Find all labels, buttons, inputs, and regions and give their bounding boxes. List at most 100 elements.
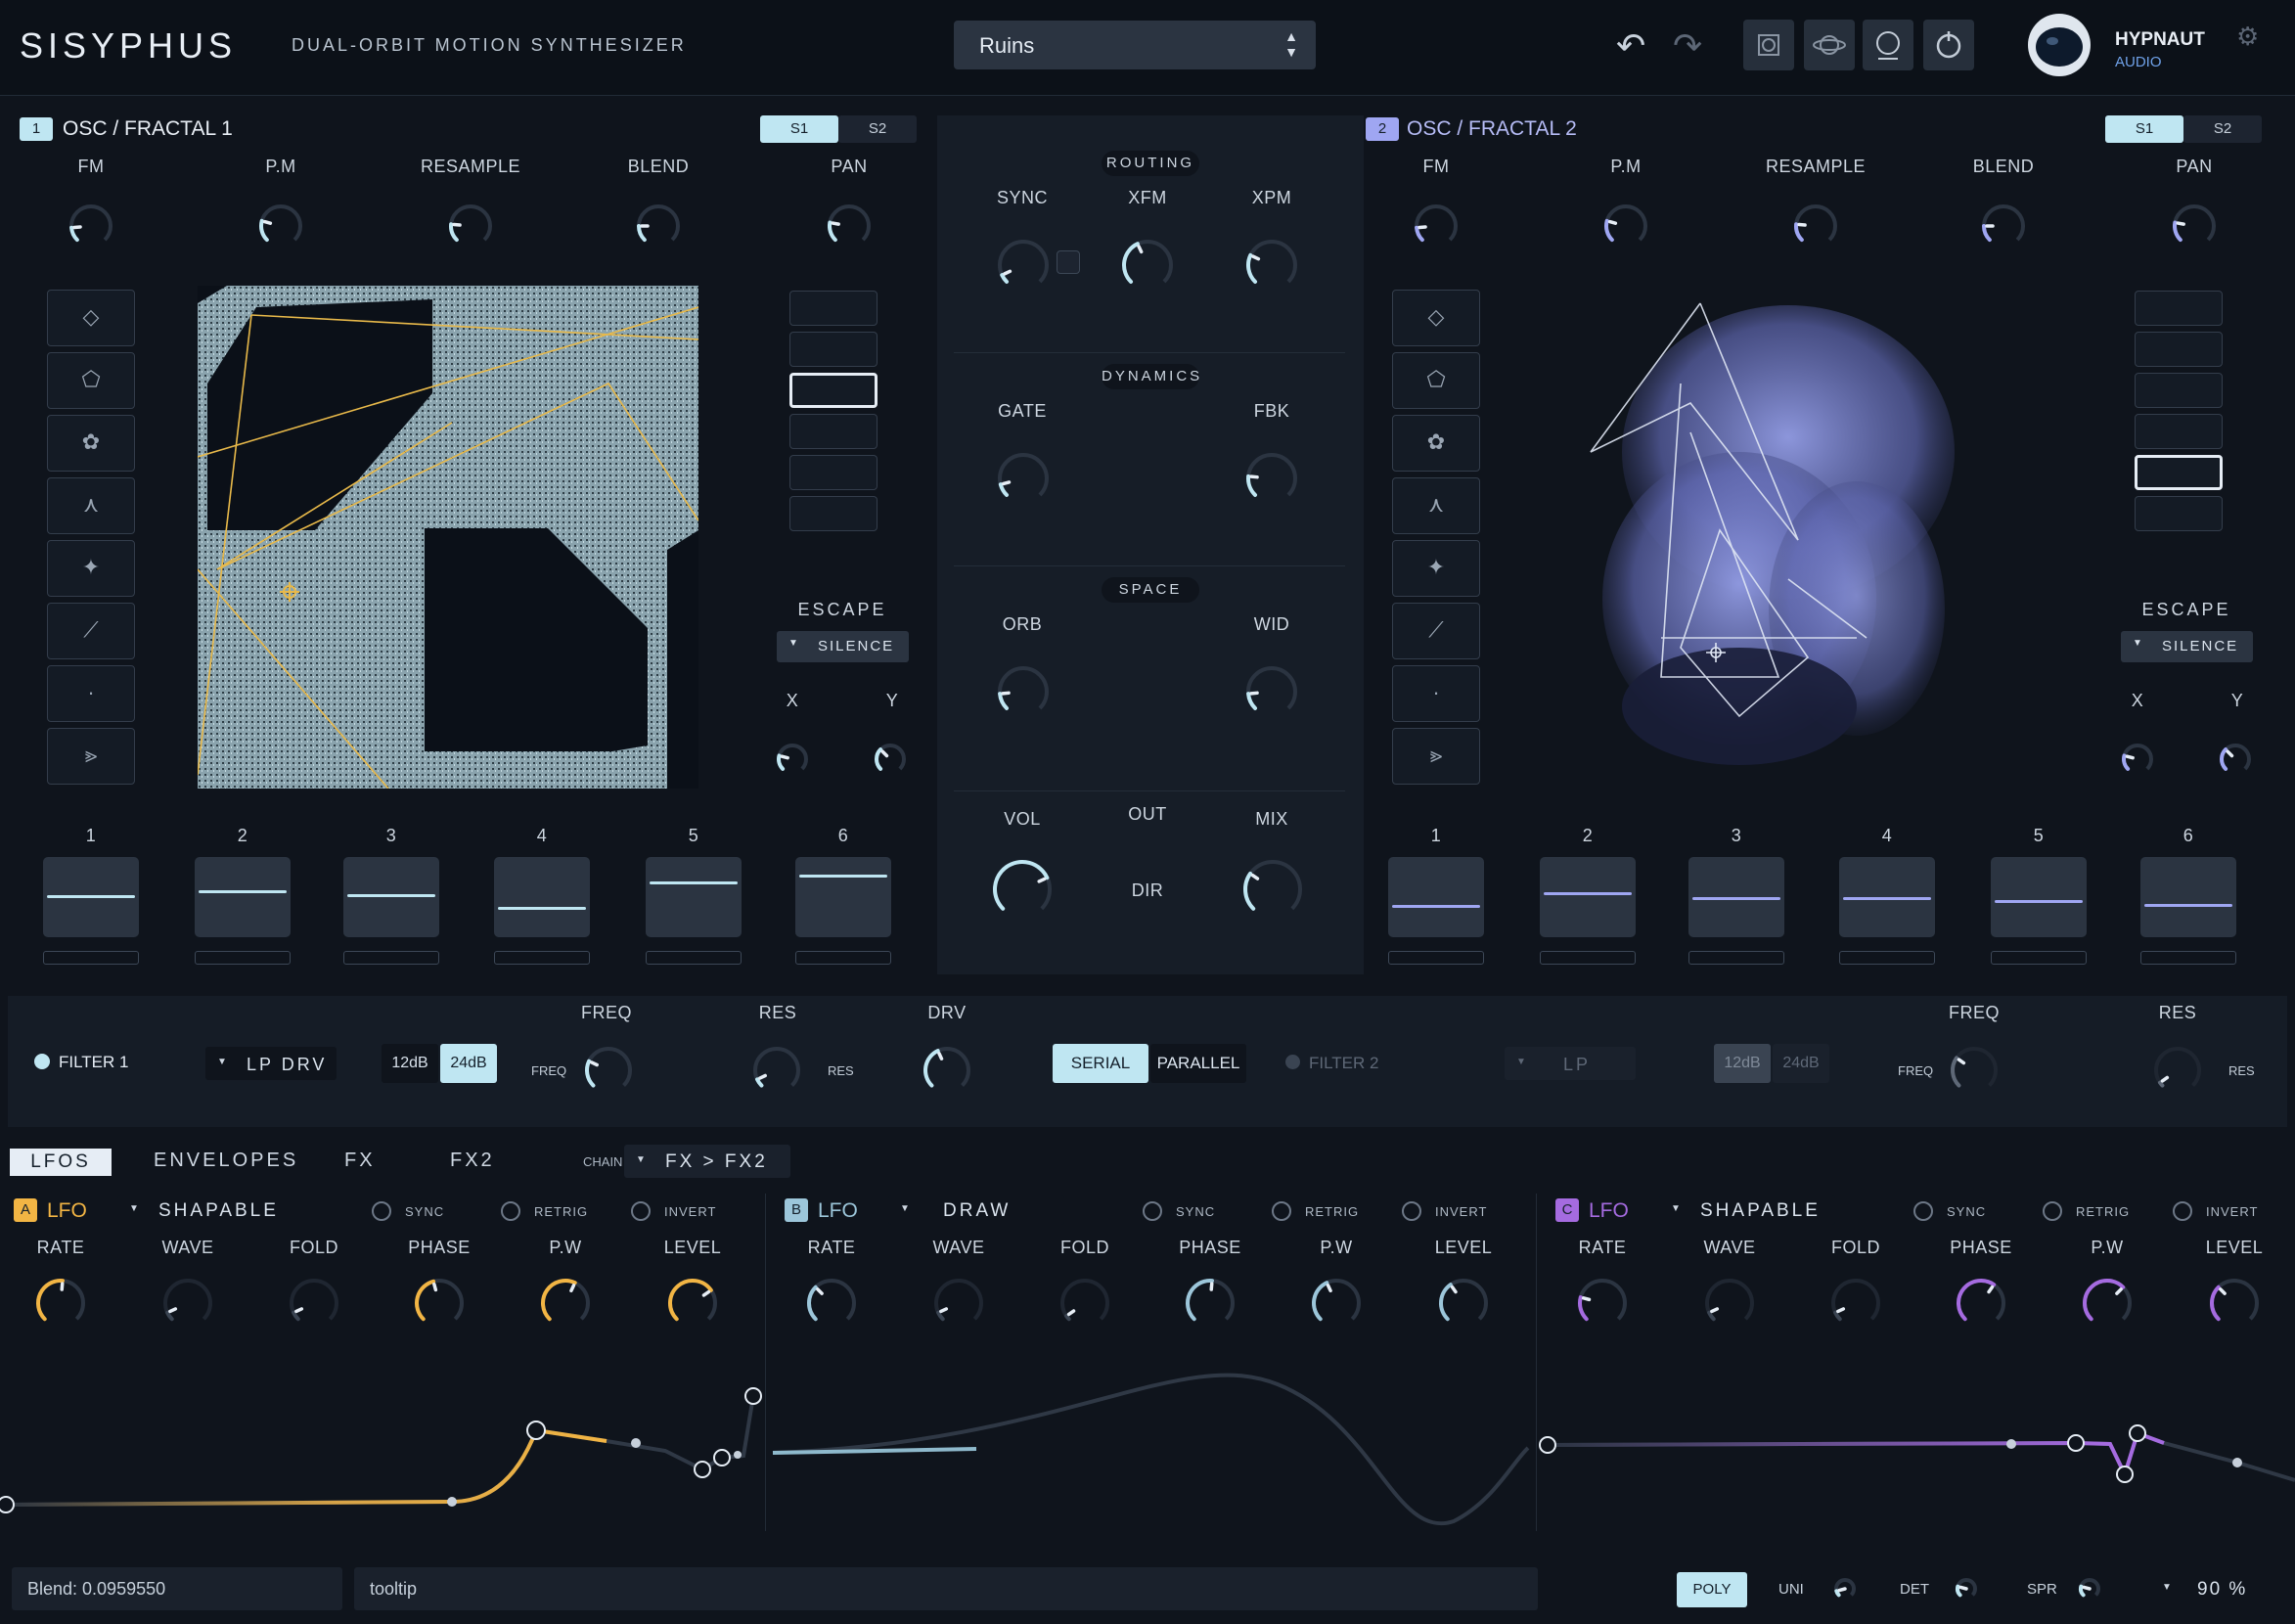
- gear-icon[interactable]: ⚙: [2236, 22, 2259, 52]
- osc2-s1-button[interactable]: S1: [2105, 115, 2183, 143]
- osc1-shape-button-4[interactable]: ⋏: [47, 477, 135, 534]
- osc1-slot-foot-4[interactable]: [494, 951, 590, 965]
- planet-icon[interactable]: [1804, 20, 1855, 70]
- osc2-mini-preset-3[interactable]: [2135, 373, 2223, 408]
- osc1-slot-foot-2[interactable]: [195, 951, 291, 965]
- osc1-x-knob[interactable]: [776, 743, 809, 776]
- osc2-shape-button-6[interactable]: ⟋: [1392, 603, 1480, 659]
- osc1-shape-button-3[interactable]: ✿: [47, 415, 135, 472]
- mix-knob[interactable]: [1242, 859, 1303, 920]
- lfo-c-phase-knob[interactable]: [1956, 1278, 2006, 1329]
- osc2-slot-3[interactable]: [1688, 857, 1784, 937]
- osc2-y-knob[interactable]: [2219, 743, 2252, 776]
- osc1-slot-6[interactable]: [795, 857, 891, 937]
- osc2-mini-preset-5[interactable]: [2135, 455, 2223, 490]
- lfo-b-wave-knob[interactable]: [933, 1278, 984, 1329]
- osc1-mini-preset-4[interactable]: [789, 414, 878, 449]
- preset-selector[interactable]: Ruins ▲ ▼: [954, 21, 1316, 69]
- lfo-a-sync-check[interactable]: [372, 1201, 391, 1221]
- filter1-slope-24[interactable]: 24dB: [440, 1044, 497, 1083]
- osc2-slot-5[interactable]: [1991, 857, 2087, 937]
- osc2-slot-foot-3[interactable]: [1688, 951, 1784, 965]
- osc1-mini-preset-2[interactable]: [789, 332, 878, 367]
- sync-toggle[interactable]: [1057, 250, 1080, 274]
- gate-knob[interactable]: [997, 452, 1050, 505]
- osc2-slot-foot-5[interactable]: [1991, 951, 2087, 965]
- filter1-enable-dot[interactable]: [34, 1054, 50, 1069]
- lfo-b-level-knob[interactable]: [1438, 1278, 1489, 1329]
- lfo-a-wave-knob[interactable]: [162, 1278, 213, 1329]
- osc1-mini-preset-6[interactable]: [789, 496, 878, 531]
- osc2-slot-4[interactable]: [1839, 857, 1935, 937]
- lfo-b-rate-knob[interactable]: [806, 1278, 857, 1329]
- orb-knob[interactable]: [997, 665, 1050, 718]
- lfo-a-mode-dropdown[interactable]: ▼ SHAPABLE: [117, 1195, 293, 1225]
- osc1-knob-resample[interactable]: [448, 203, 493, 248]
- zoom-dropdown[interactable]: ▼ 90 %: [2148, 1572, 2275, 1607]
- osc2-knob-pm[interactable]: [1603, 203, 1648, 248]
- undo-icon[interactable]: ↶: [1616, 25, 1645, 67]
- lfo-c-sync-check[interactable]: [1913, 1201, 1933, 1221]
- osc2-mini-preset-2[interactable]: [2135, 332, 2223, 367]
- osc1-knob-fm[interactable]: [68, 203, 113, 248]
- tab-fx[interactable]: FX: [344, 1150, 376, 1172]
- osc2-x-knob[interactable]: [2121, 743, 2154, 776]
- osc2-shape-button-2[interactable]: ⬠: [1392, 352, 1480, 409]
- osc2-shape-button-1[interactable]: ◇: [1392, 290, 1480, 346]
- osc2-knob-pan[interactable]: [2172, 203, 2217, 248]
- osc1-knob-blend[interactable]: [636, 203, 681, 248]
- osc2-knob-fm[interactable]: [1414, 203, 1459, 248]
- xfm-knob[interactable]: [1121, 239, 1174, 292]
- osc1-knob-pan[interactable]: [827, 203, 872, 248]
- osc2-fractal-display[interactable]: [1544, 286, 2045, 789]
- filter2-slope-24[interactable]: 24dB: [1773, 1044, 1829, 1083]
- lfo-c-wave-knob[interactable]: [1704, 1278, 1755, 1329]
- filter1-res-knob[interactable]: [752, 1046, 801, 1095]
- osc1-mini-preset-1[interactable]: [789, 291, 878, 326]
- osc1-slot-1[interactable]: [43, 857, 139, 937]
- osc2-mini-preset-1[interactable]: [2135, 291, 2223, 326]
- lfo-b-sync-check[interactable]: [1143, 1201, 1162, 1221]
- lfo-b-phase-knob[interactable]: [1185, 1278, 1236, 1329]
- osc2-mini-preset-6[interactable]: [2135, 496, 2223, 531]
- osc1-shape-button-7[interactable]: ·: [47, 665, 135, 722]
- filter2-freq-knob[interactable]: [1950, 1046, 1999, 1095]
- osc2-shape-button-5[interactable]: ✦: [1392, 540, 1480, 597]
- osc1-shape-button-5[interactable]: ✦: [47, 540, 135, 597]
- osc1-slot-foot-6[interactable]: [795, 951, 891, 965]
- filter2-type-dropdown[interactable]: ▼ LP: [1505, 1047, 1636, 1080]
- serial-button[interactable]: SERIAL: [1053, 1044, 1148, 1083]
- osc2-slot-2[interactable]: [1540, 857, 1636, 937]
- parallel-button[interactable]: PARALLEL: [1150, 1044, 1246, 1083]
- osc1-slot-foot-1[interactable]: [43, 951, 139, 965]
- osc2-shape-button-8[interactable]: ⪢: [1392, 728, 1480, 785]
- osc2-mini-preset-4[interactable]: [2135, 414, 2223, 449]
- osc2-shape-button-3[interactable]: ✿: [1392, 415, 1480, 472]
- tab-fx2[interactable]: FX2: [450, 1150, 495, 1172]
- lfo-c-rate-knob[interactable]: [1577, 1278, 1628, 1329]
- lfo-c-level-knob[interactable]: [2209, 1278, 2260, 1329]
- lfo-b-invert-check[interactable]: [1402, 1201, 1421, 1221]
- osc1-fractal-display[interactable]: [198, 286, 698, 789]
- osc1-slot-4[interactable]: [494, 857, 590, 937]
- lfo-b-pw-knob[interactable]: [1311, 1278, 1362, 1329]
- tab-envelopes[interactable]: ENVELOPES: [154, 1150, 298, 1172]
- tab-lfos[interactable]: LFOS: [10, 1149, 112, 1176]
- osc1-shape-button-2[interactable]: ⬠: [47, 352, 135, 409]
- reset-icon[interactable]: [1923, 20, 1974, 70]
- lfo-c-curve-editor[interactable]: [1538, 1365, 2295, 1531]
- fbk-knob[interactable]: [1245, 452, 1298, 505]
- osc1-slot-5[interactable]: [646, 857, 742, 937]
- osc1-shape-button-8[interactable]: ⪢: [47, 728, 135, 785]
- osc1-y-knob[interactable]: [874, 743, 907, 776]
- astronaut-icon[interactable]: [1863, 20, 1913, 70]
- filter2-enable-dot[interactable]: [1285, 1055, 1300, 1069]
- osc2-slot-foot-2[interactable]: [1540, 951, 1636, 965]
- osc1-slot-foot-5[interactable]: [646, 951, 742, 965]
- lfo-c-fold-knob[interactable]: [1830, 1278, 1881, 1329]
- redo-icon[interactable]: ↷: [1673, 25, 1702, 67]
- lfo-a-retrig-check[interactable]: [501, 1201, 520, 1221]
- xpm-knob[interactable]: [1245, 239, 1298, 292]
- lfo-c-retrig-check[interactable]: [2043, 1201, 2062, 1221]
- lfo-a-curve-editor[interactable]: [0, 1365, 763, 1531]
